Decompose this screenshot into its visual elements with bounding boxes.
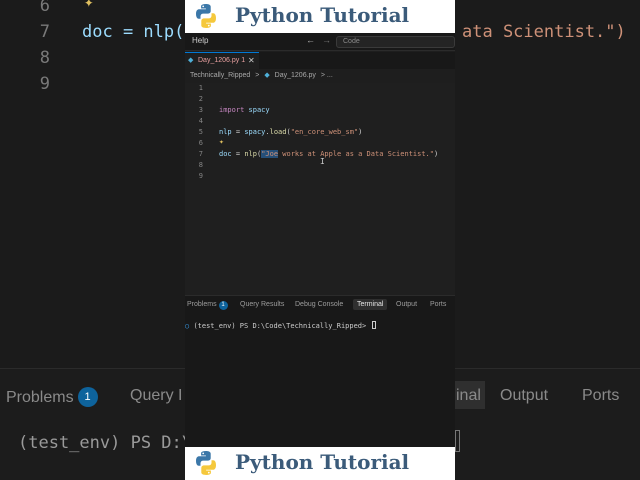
bg-line-number: 6 [39,0,50,16]
bg-code-text: doc = nlp( [82,22,185,42]
breadcrumb-separator: > [255,72,260,79]
terminal-status-icon: ○ [185,322,190,330]
bg-tab-problems: Problems 1 [6,387,98,407]
mouse-ibeam-cursor: I [320,157,325,166]
python-file-icon: ◆ [264,72,270,79]
tab-query-results[interactable]: Query Results [240,301,284,308]
breadcrumb-more[interactable]: > ... [321,72,333,79]
editor-tab-bar: ◆ Day_1206.py 1 ✕ [185,52,455,69]
line-number: 1 [198,84,203,92]
terminal-cursor [372,321,377,329]
code-line: 1 [185,83,455,94]
command-center-search[interactable]: Code [336,36,455,48]
terminal-prompt-line[interactable]: ○ (test_env) PS D:\Code\Technically_Ripp… [185,321,377,330]
line-number: 6 [198,139,203,147]
search-placeholder: Code [343,38,360,45]
bg-line-number: 9 [39,74,50,94]
bg-line-number: 8 [39,48,50,68]
bg-terminal-cursor [455,430,460,452]
bottom-banner: Python Tutorial [185,447,455,480]
code-line: 5 nlp = spacy.load("en_core_web_sm") [185,127,455,138]
tab-debug-console[interactable]: Debug Console [295,301,343,308]
python-logo-icon [196,451,216,475]
selected-text: "Joe [261,150,279,158]
line-number: 7 [198,150,203,158]
bg-tab-terminal: inal [456,387,481,404]
bottom-panel: Problems 1 Query Results Debug Console Te… [185,295,455,447]
line-number: 4 [198,117,203,125]
bg-tab-query: Query I [130,387,183,404]
code-text: doc = nlp("Joe works at Apple as a Data … [219,150,439,158]
bg-terminal-text: (test_env) PS D:\ [18,433,192,453]
sparkle-icon[interactable]: ✦ [219,137,224,146]
line-number: 9 [198,172,203,180]
code-line: 4 [185,116,455,127]
problems-count-badge: 1 [218,301,228,310]
tab-label: Day_1206.py 1 [198,57,246,64]
python-file-icon: ◆ [188,57,194,64]
title-bar: Help ← → Code [185,33,455,51]
code-editor[interactable]: 1 2 3 import spacy 4 5 nlp = spacy.load(… [185,83,455,295]
code-line: 2 [185,94,455,105]
code-text: nlp = spacy.load("en_core_web_sm") [219,128,363,136]
menu-help[interactable]: Help [192,36,208,45]
bg-code-string: ata Scientist.") [462,22,626,42]
python-logo-icon [196,4,216,28]
bg-tab-output: Output [500,387,549,404]
top-banner: Python Tutorial [185,0,455,33]
code-line: 9 [185,171,455,182]
line-number: 2 [198,95,203,103]
tab-output[interactable]: Output [396,301,417,308]
line-number: 3 [198,106,203,114]
line-number: 8 [198,161,203,169]
tab-problems[interactable]: Problems 1 [187,301,228,310]
banner-title: Python Tutorial [235,450,410,474]
breadcrumb-file[interactable]: Day_1206.py [275,72,316,79]
code-line: 6 ✦ [185,137,455,149]
bg-tab-ports: Ports [582,387,620,404]
tab-day-1206[interactable]: ◆ Day_1206.py 1 ✕ [185,52,259,69]
breadcrumb: Technically_Ripped > ◆ Day_1206.py > ... [190,71,336,83]
sparkle-icon: ✦ [84,0,94,11]
back-arrow-icon[interactable]: ← [306,35,315,45]
code-text: import spacy [219,106,270,114]
terminal-prompt: (test_env) PS D:\Code\Technically_Ripped… [193,322,371,330]
close-icon[interactable]: ✕ [248,56,255,65]
tab-terminal[interactable]: Terminal [353,299,388,310]
video-frame: Python Tutorial Help ← → Code ◆ Day_1206… [185,0,455,480]
tab-ports[interactable]: Ports [430,301,446,308]
code-line: 3 import spacy [185,105,455,116]
breadcrumb-folder[interactable]: Technically_Ripped [190,72,250,79]
line-number: 5 [198,128,203,136]
bg-line-number: 7 [39,22,50,42]
forward-arrow-icon[interactable]: → [322,35,331,45]
banner-title: Python Tutorial [235,3,410,27]
